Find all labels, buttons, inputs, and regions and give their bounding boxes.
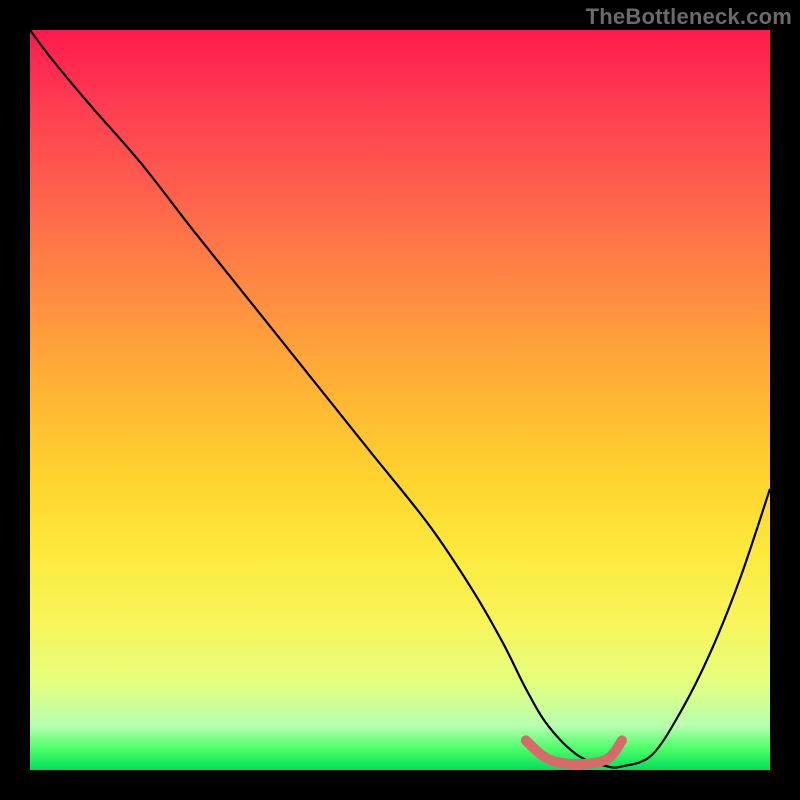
chart-container: TheBottleneck.com — [0, 0, 800, 800]
curve-layer — [30, 30, 770, 770]
bottleneck-curve — [30, 30, 770, 768]
plot-area — [30, 30, 770, 770]
watermark-text: TheBottleneck.com — [586, 4, 792, 30]
